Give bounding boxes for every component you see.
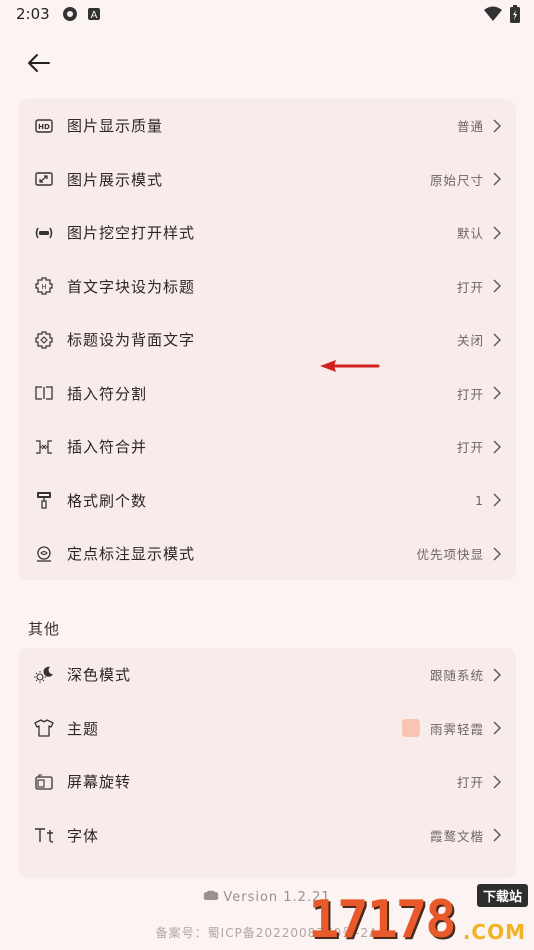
setting-label: 插入符合并: [67, 438, 148, 457]
setting-value: 跟随系统: [429, 668, 484, 684]
back-button[interactable]: [22, 46, 56, 80]
chevron-right-icon: [493, 668, 501, 682]
font-icon: [34, 825, 54, 845]
setting-label: 插入符分割: [67, 384, 148, 403]
setting-annotation-display-mode[interactable]: 定点标注显示模式 优先项快显: [18, 527, 516, 581]
chevron-right-icon: [493, 119, 501, 133]
app-notification-icon: [62, 7, 77, 21]
annotation-icon: [34, 544, 54, 564]
setting-caret-merge[interactable]: 插入符合并 打开: [18, 420, 516, 474]
theme-color-swatch: [401, 719, 420, 738]
setting-first-block-title[interactable]: H 首文字块设为标题 打开: [18, 260, 516, 314]
image-settings-card: HD 图片显示质量 普通 图片展示模式 原始尺寸 图片挖空打开样式 默认 H 首…: [18, 99, 516, 580]
setting-dark-mode[interactable]: 深色模式 跟随系统: [18, 648, 516, 702]
setting-cloze-open-style[interactable]: 图片挖空打开样式 默认: [18, 206, 516, 260]
setting-value: 打开: [456, 386, 484, 402]
format-brush-icon: [34, 490, 54, 510]
wifi-icon: [484, 6, 502, 21]
brain-logo-icon: [204, 890, 219, 900]
watermark-tag: 下载站: [476, 884, 528, 907]
setting-label: 图片显示质量: [67, 117, 164, 136]
setting-theme[interactable]: 主题 雨霁轻霞: [18, 702, 516, 756]
chevron-right-icon: [493, 172, 501, 186]
other-settings-card: 深色模式 跟随系统 主题 雨霁轻霞 屏幕旋转 打开 字体 霞鹜文楷: [18, 648, 516, 878]
battery-icon: [510, 5, 520, 23]
setting-screen-rotation[interactable]: 屏幕旋转 打开: [18, 755, 516, 809]
svg-text:H: H: [41, 283, 46, 291]
setting-label: 主题: [67, 719, 100, 738]
watermark-number: 17178: [308, 890, 457, 950]
site-watermark: 17178 下载站 .COM: [308, 884, 530, 950]
setting-image-quality[interactable]: HD 图片显示质量 普通: [18, 99, 516, 153]
setting-value: 原始尺寸: [429, 172, 484, 188]
status-bar: 2:03 A: [0, 0, 534, 28]
setting-label: 图片展示模式: [67, 170, 164, 189]
a-notification-icon: A: [87, 8, 100, 21]
chevron-right-icon: [493, 775, 501, 789]
setting-value: 普通: [456, 119, 484, 135]
chevron-right-icon: [493, 547, 501, 561]
title-block-icon: H: [34, 276, 54, 296]
setting-value: 1: [475, 492, 484, 508]
setting-label: 定点标注显示模式: [67, 545, 196, 564]
split-icon: [34, 383, 54, 403]
setting-label: 屏幕旋转: [67, 773, 132, 792]
chevron-right-icon: [493, 440, 501, 454]
setting-label: 字体: [67, 826, 100, 845]
setting-image-display-mode[interactable]: 图片展示模式 原始尺寸: [18, 153, 516, 207]
setting-label: 图片挖空打开样式: [67, 224, 196, 243]
setting-label: 深色模式: [67, 666, 132, 685]
chevron-right-icon: [493, 493, 501, 507]
hd-icon: HD: [34, 116, 54, 136]
setting-label: 格式刷个数: [67, 491, 148, 510]
setting-value: 打开: [456, 775, 484, 791]
merge-icon: [34, 437, 54, 457]
setting-label: 首文字块设为标题: [67, 277, 196, 296]
setting-value: 打开: [456, 279, 484, 295]
day-night-icon: [34, 665, 54, 685]
svg-text:A: A: [90, 10, 97, 21]
chevron-right-icon: [493, 386, 501, 400]
shirt-icon: [34, 718, 54, 738]
red-arrow-annotation: [320, 360, 380, 372]
setting-caret-split[interactable]: 插入符分割 打开: [18, 367, 516, 421]
setting-value: 霞鹜文楷: [429, 828, 484, 844]
chevron-right-icon: [493, 828, 501, 842]
back-arrow-icon: [28, 54, 50, 72]
chevron-right-icon: [493, 226, 501, 240]
setting-title-as-back[interactable]: 标题设为背面文字 关闭: [18, 313, 516, 367]
setting-value: 优先项快显: [416, 547, 484, 563]
screen-rotate-icon: [34, 772, 54, 792]
chevron-right-icon: [493, 721, 501, 735]
setting-value: 默认: [456, 226, 484, 242]
status-time: 2:03: [16, 5, 50, 23]
watermark-domain: .COM: [462, 920, 526, 944]
title-back-icon: [34, 330, 54, 350]
svg-text:HD: HD: [38, 123, 50, 131]
chevron-right-icon: [493, 333, 501, 347]
cloze-icon: [34, 223, 54, 243]
setting-value: 雨霁轻霞: [429, 721, 484, 737]
setting-value: 关闭: [456, 333, 484, 349]
setting-format-brush-count[interactable]: 格式刷个数 1: [18, 474, 516, 528]
section-title-other: 其他: [28, 620, 61, 638]
setting-label: 标题设为背面文字: [67, 331, 196, 350]
aspect-ratio-icon: [34, 169, 54, 189]
chevron-right-icon: [493, 279, 501, 293]
setting-font[interactable]: 字体 霞鹜文楷: [18, 809, 516, 863]
setting-value: 打开: [456, 440, 484, 456]
